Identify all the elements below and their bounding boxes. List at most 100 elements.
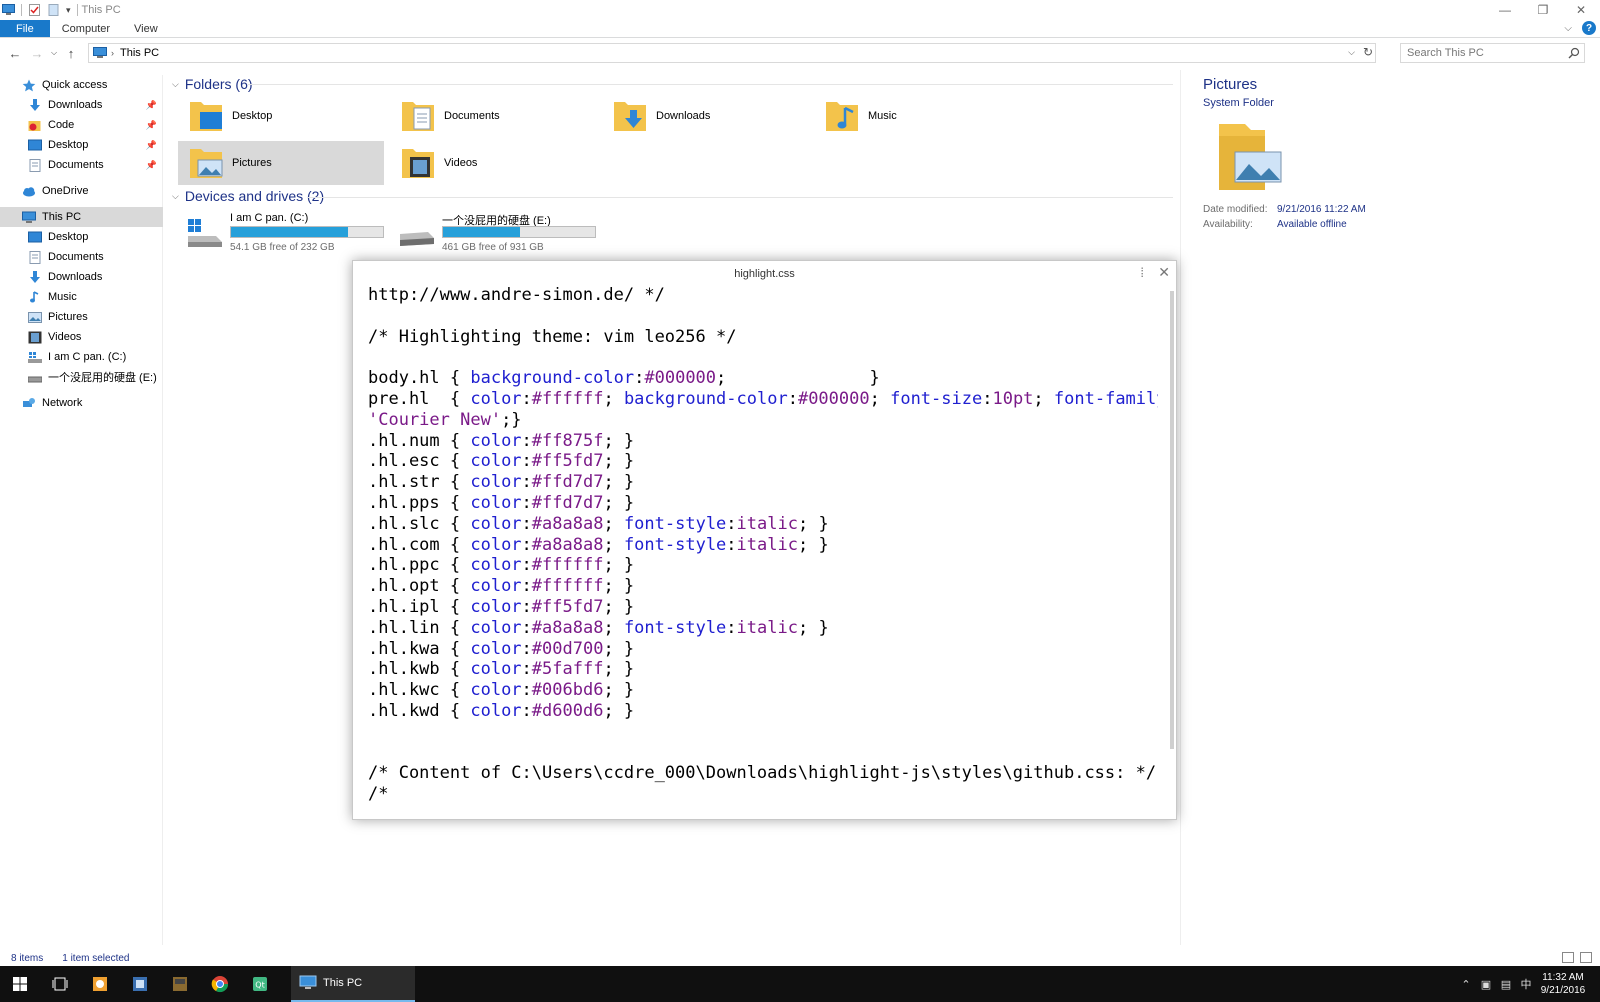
code-token: ; — [603, 617, 624, 638]
pin-icon[interactable]: 📌 — [146, 160, 157, 171]
details-view-icon[interactable] — [1562, 952, 1574, 963]
taskbar-app-4[interactable]: Qt — [240, 966, 280, 1002]
close-icon[interactable]: ✕ — [1158, 264, 1170, 281]
code-token: #ffd7d7 — [531, 472, 604, 493]
folder-tile-pictures[interactable]: Pictures — [178, 141, 384, 185]
address-row: ← → ⌵ ↑ › This PC ⌵ ↻ Search This PC — [0, 41, 1600, 65]
minimize-button[interactable]: — — [1486, 0, 1524, 20]
notification-icon[interactable]: ▤ — [1496, 978, 1516, 991]
nav-item-videos[interactable]: Videos — [0, 327, 163, 347]
nav-item-code-pinned[interactable]: Code 📌 — [0, 115, 163, 135]
breadcrumb[interactable]: This PC — [120, 47, 159, 59]
documents-icon — [29, 250, 41, 264]
chevron-down-icon[interactable]: ⌵ — [1348, 47, 1355, 58]
refresh-icon[interactable]: ↻ — [1363, 45, 1373, 59]
code-token: : — [521, 555, 532, 576]
pin-icon[interactable]: ⁞ — [1140, 265, 1144, 280]
close-button[interactable]: ✕ — [1562, 0, 1600, 20]
help-icon[interactable]: ? — [1582, 21, 1596, 35]
search-input[interactable]: Search This PC — [1400, 43, 1585, 63]
taskbar-explorer-button[interactable]: This PC — [291, 966, 415, 1002]
code-text[interactable]: http://www.andre-simon.de/ */ /* Highlig… — [368, 285, 1158, 807]
large-icons-view-icon[interactable] — [1580, 952, 1592, 963]
restore-button[interactable]: ❐ — [1524, 0, 1562, 20]
task-view-button[interactable] — [40, 966, 80, 1002]
code-token: #ff5fd7 — [531, 596, 604, 617]
drive-usage-bar — [230, 226, 384, 238]
chevron-down-icon[interactable]: ⌵ — [172, 191, 179, 202]
folder-tile-desktop[interactable]: Desktop — [178, 94, 384, 138]
drives-group-header[interactable]: ⌵ Devices and drives (2) — [172, 188, 324, 204]
code-token: ; } — [716, 368, 880, 389]
folder-tile-music[interactable]: Music — [814, 94, 1020, 138]
editor-title: highlight.css — [734, 268, 795, 280]
expand-ribbon-icon[interactable]: ⌵ — [1564, 23, 1572, 34]
code-token: #000000 — [797, 388, 870, 409]
nav-item-desktop[interactable]: Desktop — [0, 227, 163, 247]
scrollbar[interactable] — [1170, 291, 1174, 749]
chrome-button[interactable] — [200, 966, 240, 1002]
start-button[interactable] — [0, 966, 40, 1002]
drive-tile-e[interactable]: 一个没屁用的硬盘 (E:) 461 GB free of 931 GB — [390, 210, 596, 254]
taskbar-app-2[interactable] — [120, 966, 160, 1002]
folder-tile-documents[interactable]: Documents — [390, 94, 596, 138]
recent-locations-icon[interactable]: ⌵ — [48, 48, 60, 58]
input-method-indicator[interactable]: 中 — [1516, 976, 1536, 992]
code-token: : — [521, 430, 532, 451]
chevron-down-icon[interactable]: ⌵ — [172, 79, 179, 90]
folder-tile-downloads[interactable]: Downloads — [602, 94, 808, 138]
monitor-tray-icon[interactable]: ▣ — [1476, 978, 1496, 991]
back-arrow-icon[interactable]: ← — [4, 46, 26, 61]
chevron-right-icon[interactable]: › — [111, 48, 114, 58]
nav-item-downloads[interactable]: Downloads — [0, 267, 163, 287]
code-token: .hl.kwa { — [368, 638, 471, 659]
tab-view[interactable]: View — [122, 20, 170, 37]
code-token: 'Courier New' — [368, 409, 502, 430]
code-token: ; } — [603, 555, 635, 576]
nav-item-network[interactable]: Network — [0, 393, 163, 413]
folders-group-header[interactable]: ⌵ Folders (6) — [172, 76, 253, 92]
pictures-folder-icon — [190, 149, 223, 178]
clock[interactable]: 11:32 AM 9/21/2016 — [1536, 971, 1590, 997]
code-token: color — [470, 596, 522, 617]
forward-arrow-icon[interactable]: → — [26, 46, 48, 61]
nav-item-downloads-pinned[interactable]: Downloads 📌 — [0, 95, 163, 115]
code-token: ;} — [501, 409, 522, 430]
code-token: : — [521, 513, 532, 534]
tab-computer[interactable]: Computer — [50, 20, 122, 37]
nav-item-documents[interactable]: Documents — [0, 247, 163, 267]
nav-item-drive-c[interactable]: I am C pan. (C:) — [0, 347, 163, 367]
code-token: background-color — [470, 368, 635, 389]
taskbar-app-1[interactable] — [80, 966, 120, 1002]
search-icon[interactable] — [1568, 47, 1580, 59]
nav-item-desktop-pinned[interactable]: Desktop 📌 — [0, 135, 163, 155]
properties-icon[interactable] — [28, 4, 41, 16]
pin-icon[interactable]: 📌 — [146, 120, 157, 131]
nav-item-quick-access[interactable]: Quick access — [0, 75, 163, 95]
pin-icon[interactable]: 📌 — [146, 100, 157, 111]
tab-file[interactable]: File — [0, 20, 50, 37]
chevron-up-icon[interactable]: ⌃ — [1456, 978, 1476, 991]
code-token: : — [726, 534, 737, 555]
nav-item-music[interactable]: Music — [0, 287, 163, 307]
nav-item-documents-pinned[interactable]: Documents 📌 — [0, 155, 163, 175]
code-line: body.hl { background-color:#000000; } — [368, 368, 1158, 389]
code-token: .hl.com { — [368, 534, 471, 555]
drive-tile-c[interactable]: I am C pan. (C:) 54.1 GB free of 232 GB — [178, 210, 384, 254]
taskbar-app-3[interactable] — [160, 966, 200, 1002]
folder-tile-videos[interactable]: Videos — [390, 141, 596, 185]
customize-toolbar-icon[interactable]: ▾ — [66, 5, 71, 16]
up-arrow-icon[interactable]: ↑ — [60, 46, 82, 61]
nav-item-pictures[interactable]: Pictures — [0, 307, 163, 327]
computer-icon[interactable] — [2, 4, 15, 16]
address-bar[interactable]: › This PC ⌵ ↻ — [88, 43, 1376, 63]
new-folder-icon[interactable] — [47, 4, 60, 16]
film-icon — [28, 331, 42, 343]
nav-item-onedrive[interactable]: OneDrive — [0, 181, 163, 201]
nav-item-this-pc[interactable]: This PC — [0, 207, 163, 227]
pin-icon[interactable]: 📌 — [146, 140, 157, 151]
nav-item-drive-e[interactable]: 一个没屁用的硬盘 (E:) — [0, 367, 163, 387]
code-token: ; } — [603, 659, 635, 680]
navigation-pane: Quick access Downloads 📌 Code 📌 Desktop … — [0, 75, 163, 945]
